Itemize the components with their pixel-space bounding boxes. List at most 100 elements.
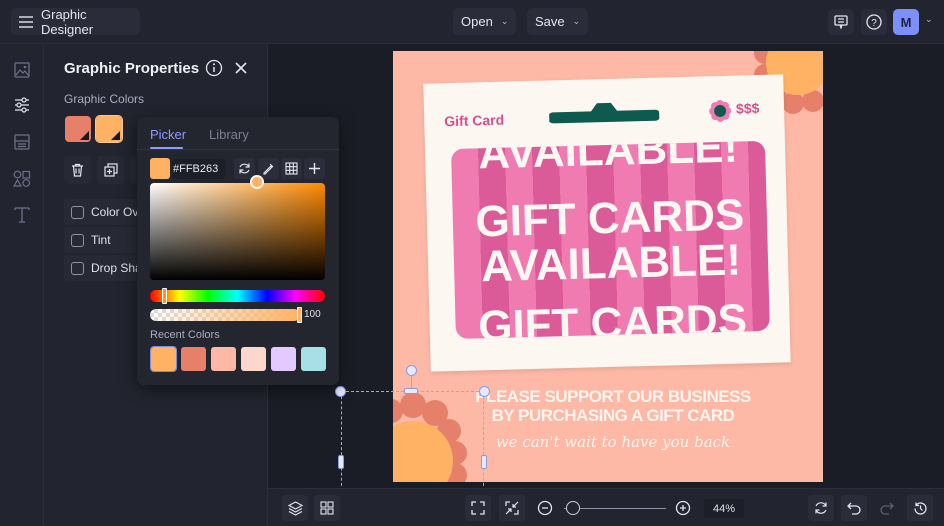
selection-box[interactable] [341,391,484,491]
plus-icon [308,162,321,175]
info-icon[interactable] [205,59,223,77]
zoom-level[interactable]: 44% [704,499,744,518]
account-chevron-down-icon[interactable]: ⌄ [925,14,933,25]
script-text[interactable]: we can't wait to have you back [493,433,733,451]
hex-input[interactable]: #FFB263 [172,159,225,179]
tab-picker[interactable]: Picker [150,127,186,142]
comment-button[interactable] [828,9,854,35]
resize-handle[interactable] [335,386,346,397]
menu-icon [19,15,33,28]
card-text-line: AVAILABLE! [477,140,739,179]
recent-colors-label: Recent Colors [150,329,220,341]
color-picker-popup: Picker Library #FFB263 100 Recent Colors [137,117,339,385]
close-icon[interactable] [234,61,248,75]
card-text-line: GIFT CARDS [477,295,748,339]
support-text-line-2[interactable]: BY PURCHASING A GIFT CARD [473,406,753,426]
trash-icon [71,163,84,177]
comment-icon [834,15,848,29]
graphic-colors-label: Graphic Colors [64,92,145,106]
opacity-handle[interactable] [297,307,302,323]
panel-title: Graphic Properties [64,60,200,77]
rotate-handle-stem [411,376,412,388]
opacity-value: 100 [304,309,321,320]
zoom-in-icon[interactable] [675,500,691,516]
bottom-toolbar: 44% [268,488,944,526]
help-button[interactable]: ? [861,9,887,35]
hue-slider[interactable] [150,290,325,302]
saturation-value-area[interactable] [150,183,325,280]
layers-button[interactable] [282,495,308,521]
duplicate-button[interactable] [97,156,124,184]
recent-color-swatch[interactable] [301,347,326,371]
grid-icon [285,162,298,175]
option-label: Tint [91,233,111,247]
svg-text:?: ? [871,18,877,29]
delete-button[interactable] [64,156,91,184]
resize-handle[interactable] [481,455,487,469]
recent-color-swatch[interactable] [211,347,236,371]
text-icon[interactable] [11,204,33,226]
eyedropper-icon [262,162,275,175]
drop-shadow-checkbox[interactable] [71,261,84,275]
zoom-out-icon[interactable] [537,500,553,516]
shapes-icon[interactable] [11,168,33,190]
redo-icon [880,501,894,515]
graphic-color-swatch[interactable] [65,116,91,142]
current-color-swatch [150,158,170,179]
opacity-slider[interactable] [150,309,300,321]
sync-button[interactable] [808,495,834,521]
resize-handle[interactable] [479,386,490,397]
tab-divider [137,149,339,150]
gift-card-tag: Gift Card [444,111,505,130]
image-icon[interactable] [11,59,33,81]
fit-screen-button[interactable] [465,495,491,521]
tool-rail [0,44,44,526]
app-menu-button[interactable]: Graphic Designer [11,6,140,37]
shrink-button[interactable] [499,495,525,521]
adjustments-icon[interactable] [11,94,33,116]
history-icon [913,501,928,516]
rotate-handle[interactable] [406,365,417,376]
redo-button[interactable] [874,495,900,521]
hue-handle[interactable] [162,288,167,304]
tab-library[interactable]: Library [209,127,249,142]
open-label: Open [461,14,493,29]
save-label: Save [535,14,565,29]
tint-checkbox[interactable] [71,233,84,247]
card-hanger-icon [548,102,660,124]
user-avatar[interactable]: M [893,9,919,35]
history-button[interactable] [907,495,933,521]
refresh-icon [238,162,251,175]
layout-icon[interactable] [11,131,33,153]
color-overlay-checkbox[interactable] [71,205,84,219]
help-icon: ? [866,14,882,30]
recent-color-swatch[interactable] [150,346,177,372]
open-menu-button[interactable]: Open ⌄ [453,8,517,35]
recent-color-swatch[interactable] [181,347,206,371]
expand-icon [471,501,485,515]
card-text-line: AVAILABLE! [480,235,742,292]
duplicate-icon [103,163,118,177]
grid-view-button[interactable] [314,495,340,521]
undo-icon [847,501,861,515]
resize-handle[interactable] [338,455,344,469]
chevron-down-icon: ⌄ [500,16,509,26]
gift-card[interactable]: Gift Card $$$ AVAILABLE! GIFT CARDS AVAI… [423,74,791,372]
recent-color-swatch[interactable] [241,347,266,371]
saturation-handle[interactable] [250,175,264,189]
zoom-slider-knob[interactable] [566,501,580,515]
grid-swatch-button[interactable] [281,158,302,179]
undo-button[interactable] [841,495,867,521]
price-label: $$$ [735,99,760,117]
add-color-button[interactable] [304,158,325,179]
save-menu-button[interactable]: Save ⌄ [527,8,589,35]
resize-handle[interactable] [404,388,418,394]
small-flower-icon [709,100,732,122]
refresh-icon [814,501,828,515]
layers-icon [287,500,303,516]
recent-color-swatch[interactable] [271,347,296,371]
app-title: Graphic Designer [41,6,94,37]
support-text-line-1[interactable]: PLEASE SUPPORT OUR BUSINESS [473,387,753,407]
graphic-color-swatch[interactable] [95,115,123,143]
grid-view-icon [320,501,334,515]
